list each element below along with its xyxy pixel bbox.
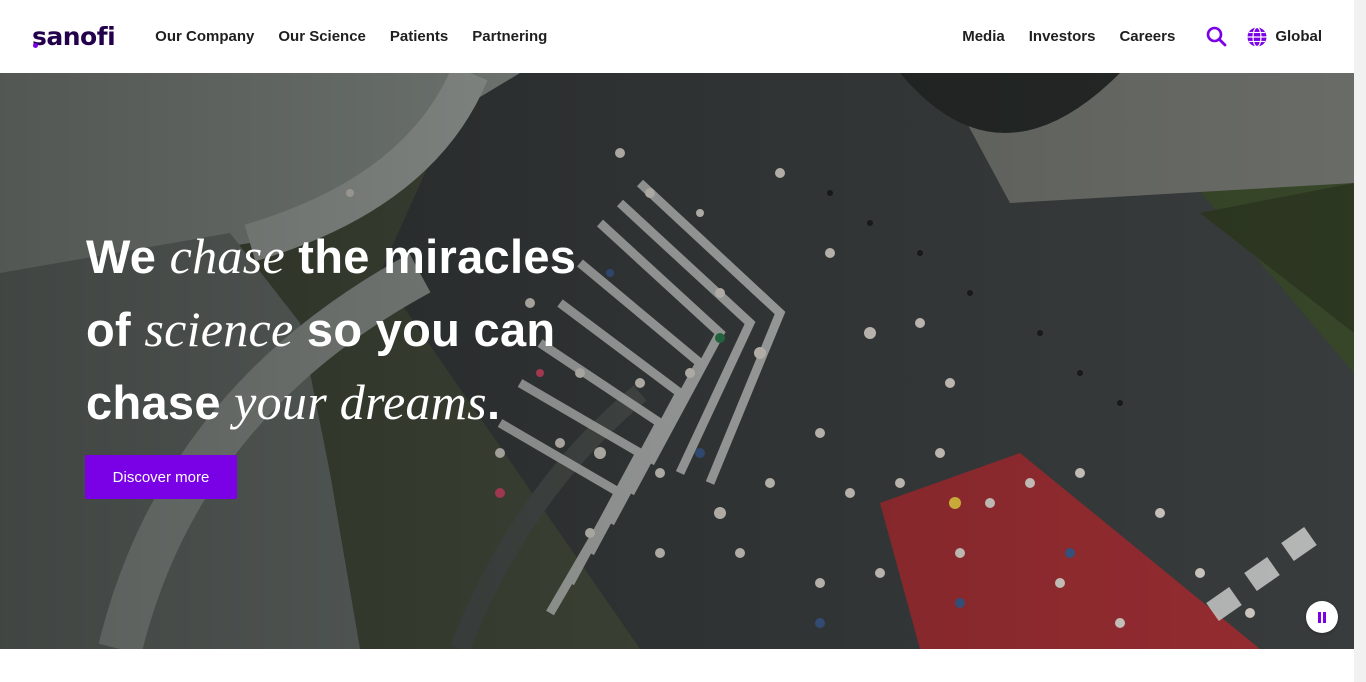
primary-nav: Our Company Our Science Patients Partner… (155, 28, 571, 45)
headline-line-2: of science so you can (86, 301, 556, 357)
secondary-nav: Media Investors Careers Global (938, 26, 1322, 48)
nav-our-company[interactable]: Our Company (155, 28, 254, 45)
nav-our-science[interactable]: Our Science (278, 28, 366, 45)
region-selector[interactable]: Global (1247, 26, 1322, 47)
globe-icon (1247, 26, 1267, 47)
hero-banner: We chase the miracles of science so you … (0, 73, 1354, 649)
discover-more-button[interactable]: Discover more (85, 455, 237, 499)
pause-icon (1318, 611, 1326, 623)
nav-careers[interactable]: Careers (1119, 28, 1175, 45)
logo-dot (33, 43, 38, 48)
site-header: sanofi Our Company Our Science Patients … (0, 0, 1354, 73)
region-label: Global (1275, 28, 1322, 45)
hero-headline: We chase the miracles of science so you … (86, 220, 576, 439)
page-scrollbar[interactable] (1354, 0, 1366, 682)
nav-patients[interactable]: Patients (390, 28, 448, 45)
search-button[interactable] (1205, 26, 1227, 48)
nav-media[interactable]: Media (962, 28, 1005, 45)
nav-investors[interactable]: Investors (1029, 28, 1096, 45)
nav-partnering[interactable]: Partnering (472, 28, 547, 45)
video-pause-button[interactable] (1306, 601, 1338, 633)
sanofi-logo[interactable]: sanofi (32, 24, 116, 49)
headline-line-3: chase your dreams. (86, 374, 501, 430)
search-icon (1206, 26, 1227, 47)
headline-line-1: We chase the miracles (86, 228, 577, 284)
